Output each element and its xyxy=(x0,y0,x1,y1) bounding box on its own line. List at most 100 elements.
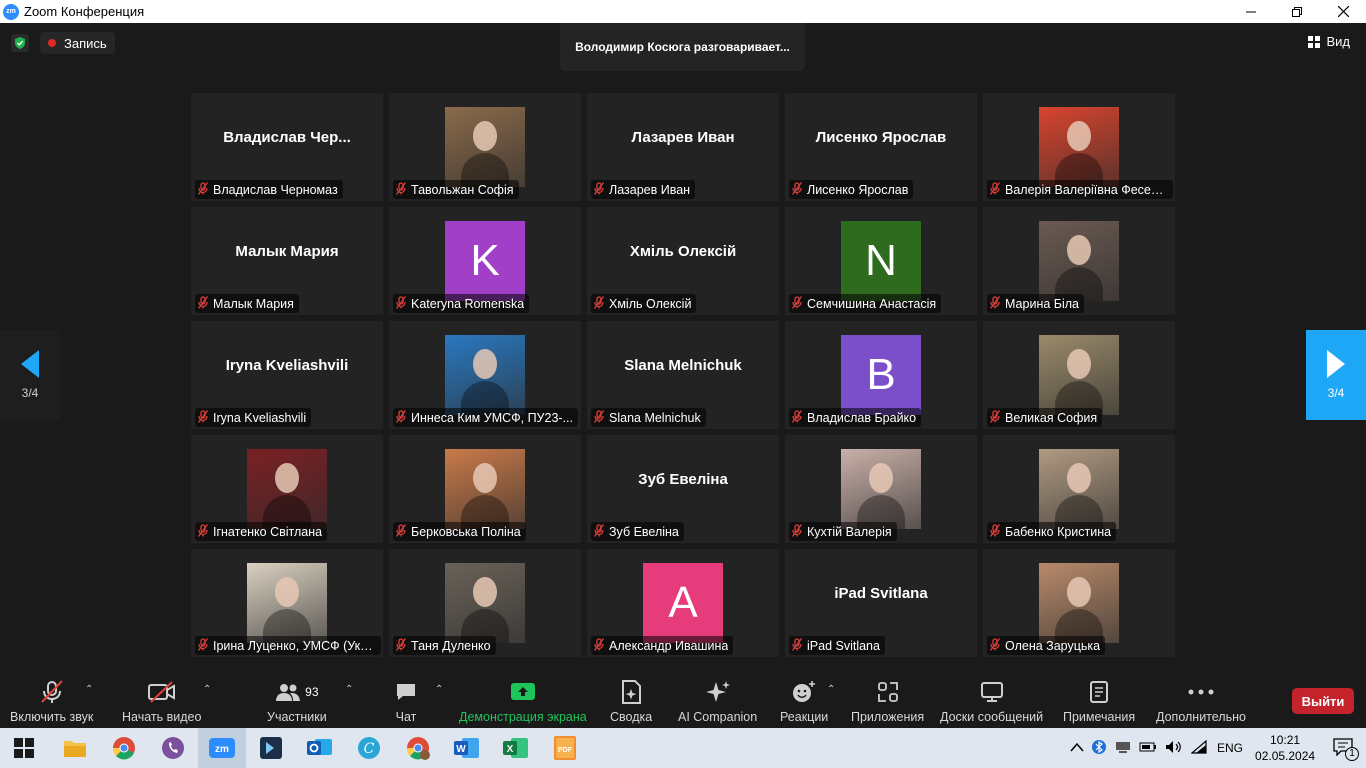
reactions-button[interactable]: Реакции xyxy=(780,680,828,724)
wifi-icon[interactable] xyxy=(1190,739,1207,757)
taskbar-canva[interactable]: C xyxy=(354,733,384,763)
taskbar-viber[interactable] xyxy=(158,733,188,763)
next-page-button[interactable]: 3/4 xyxy=(1306,330,1366,420)
view-button[interactable]: Вид xyxy=(1308,34,1350,49)
unmute-button[interactable]: Включить звук xyxy=(10,680,93,724)
participant-photo xyxy=(247,563,327,643)
reactions-options-chevron-icon[interactable]: ⌃ xyxy=(827,684,835,695)
participant-tile[interactable]: Лисенко Ярослав Лисенко Ярослав xyxy=(785,93,977,201)
notifications-button[interactable]: 1 xyxy=(1333,737,1360,761)
chat-label: Чат xyxy=(395,710,417,724)
chat-options-chevron-icon[interactable]: ⌃ xyxy=(435,684,443,695)
audio-options-chevron-icon[interactable]: ⌃ xyxy=(85,684,93,695)
participant-tile[interactable]: B Владислав Брайко xyxy=(785,321,977,429)
whiteboards-button[interactable]: Доски сообщений xyxy=(940,680,1043,724)
participant-tile[interactable]: Таня Дуленко xyxy=(389,549,581,657)
security-shield-icon[interactable] xyxy=(11,34,29,52)
person-silhouette xyxy=(869,463,893,493)
muted-mic-icon xyxy=(395,409,407,426)
participant-tile[interactable]: Slana Melnichuk Slana Melnichuk xyxy=(587,321,779,429)
participant-tile[interactable]: Великая София xyxy=(983,321,1175,429)
minimize-button[interactable] xyxy=(1228,0,1274,23)
participant-tile[interactable]: K Kateryna Romenska xyxy=(389,207,581,315)
taskbar-pdf[interactable]: PDF xyxy=(550,733,580,763)
taskbar-excel[interactable]: X xyxy=(501,733,531,763)
show-hidden-icons-chevron-icon[interactable] xyxy=(1070,741,1084,755)
volume-icon[interactable] xyxy=(1165,740,1183,757)
previous-page-button[interactable]: 3/4 xyxy=(0,330,60,420)
chat-button[interactable]: Чат xyxy=(395,680,417,724)
svg-text:X: X xyxy=(507,744,514,755)
participant-tile[interactable]: Хміль Олексій Хміль Олексій xyxy=(587,207,779,315)
leave-button[interactable]: Выйти xyxy=(1292,688,1354,714)
taskbar-chrome-profile[interactable] xyxy=(403,733,433,763)
taskbar-outlook[interactable] xyxy=(305,733,335,763)
reactions-label: Реакции xyxy=(780,710,829,724)
summary-button[interactable]: Сводка xyxy=(610,680,652,724)
avatar: N xyxy=(841,221,921,301)
participant-tile[interactable]: Ірина Луценко, УМСФ (Укр... xyxy=(191,549,383,657)
participants-options-chevron-icon[interactable]: ⌃ xyxy=(345,684,353,695)
clock-time: 10:21 xyxy=(1270,733,1301,747)
participant-name-label: Владислав Черномаз xyxy=(195,180,343,199)
page-indicator-left: 3/4 xyxy=(21,386,39,400)
zoom-icon: zm xyxy=(209,738,235,758)
more-button[interactable]: Дополнительно xyxy=(1156,680,1246,724)
participant-name: Олена Заруцька xyxy=(1005,638,1101,653)
participant-name-label: Iryna Kveliashvili xyxy=(195,408,312,427)
participant-tile[interactable]: Берковська Поліна xyxy=(389,435,581,543)
participant-tile[interactable]: Лазарев Иван Лазарев Иван xyxy=(587,93,779,201)
clock[interactable]: 10:21 02.05.2024 xyxy=(1255,732,1315,764)
participant-name-label: Лазарев Иван xyxy=(591,180,696,199)
participant-name: Бабенко Кристина xyxy=(1005,524,1112,539)
participant-tile[interactable]: Валерія Валеріївна Фесенко xyxy=(983,93,1175,201)
participant-tile[interactable]: Зуб Евеліна Зуб Евеліна xyxy=(587,435,779,543)
participant-tile[interactable]: Кухтій Валерія xyxy=(785,435,977,543)
share-screen-button[interactable]: Демонстрация экрана xyxy=(459,680,587,724)
battery-icon[interactable] xyxy=(1139,741,1157,756)
restore-button[interactable] xyxy=(1274,0,1320,23)
participant-name: Берковська Поліна xyxy=(411,524,521,539)
ai-companion-button[interactable]: AI Companion xyxy=(678,680,757,724)
recording-label: Запись xyxy=(64,35,107,51)
share-screen-icon xyxy=(510,683,535,700)
participant-tile[interactable]: Iryna Kveliashvili Iryna Kveliashvili xyxy=(191,321,383,429)
participant-name: Кухтій Валерія xyxy=(807,524,892,539)
video-options-chevron-icon[interactable]: ⌃ xyxy=(203,684,211,695)
participant-tile[interactable]: A Александр Ивашина xyxy=(587,549,779,657)
participant-name-label: Семчишина Анастасія xyxy=(789,294,942,313)
participants-button[interactable]: 93 Участники xyxy=(267,680,327,724)
taskbar-file-explorer[interactable] xyxy=(60,733,90,763)
participant-tile[interactable]: iPad Svitlana iPad Svitlana xyxy=(785,549,977,657)
bluetooth-icon[interactable] xyxy=(1092,739,1106,758)
participant-tile[interactable]: Владислав Чер... Владислав Черномаз xyxy=(191,93,383,201)
taskbar-word[interactable]: W xyxy=(452,733,482,763)
muted-mic-icon xyxy=(989,295,1001,312)
participant-tile[interactable]: Бабенко Кристина xyxy=(983,435,1175,543)
participant-tile[interactable]: N Семчишина Анастасія xyxy=(785,207,977,315)
participant-tile[interactable]: Малык Мария Малык Мария xyxy=(191,207,383,315)
participant-name: Зуб Евеліна xyxy=(609,524,679,539)
taskbar-chrome[interactable] xyxy=(109,733,139,763)
participant-tile[interactable]: Ігнатенко Світлана xyxy=(191,435,383,543)
participant-tile[interactable]: Марина Біла xyxy=(983,207,1175,315)
start-video-button[interactable]: Начать видео xyxy=(122,680,201,724)
apps-button[interactable]: Приложения xyxy=(851,680,924,724)
participant-tile[interactable]: Олена Заруцька xyxy=(983,549,1175,657)
taskbar-zoom[interactable]: zm xyxy=(207,733,237,763)
participant-name: Таня Дуленко xyxy=(411,638,491,653)
recording-indicator[interactable]: Запись xyxy=(40,32,115,54)
notes-button[interactable]: Примечания xyxy=(1063,680,1135,724)
participant-name-label: iPad Svitlana xyxy=(789,636,885,655)
participant-tile[interactable]: Иннеса Ким УМСФ, ПУ23-... xyxy=(389,321,581,429)
start-button[interactable] xyxy=(9,733,39,763)
network-drive-icon[interactable] xyxy=(1115,740,1131,757)
avatar: B xyxy=(841,335,921,415)
participant-tile[interactable]: Тавольжан Софія xyxy=(389,93,581,201)
person-silhouette xyxy=(1067,577,1091,607)
chrome-profile-icon xyxy=(406,737,430,760)
participant-name-label: Кухтій Валерія xyxy=(789,522,897,541)
taskbar-app[interactable] xyxy=(256,733,286,763)
language-indicator[interactable]: ENG xyxy=(1217,741,1243,755)
close-button[interactable] xyxy=(1320,0,1366,23)
